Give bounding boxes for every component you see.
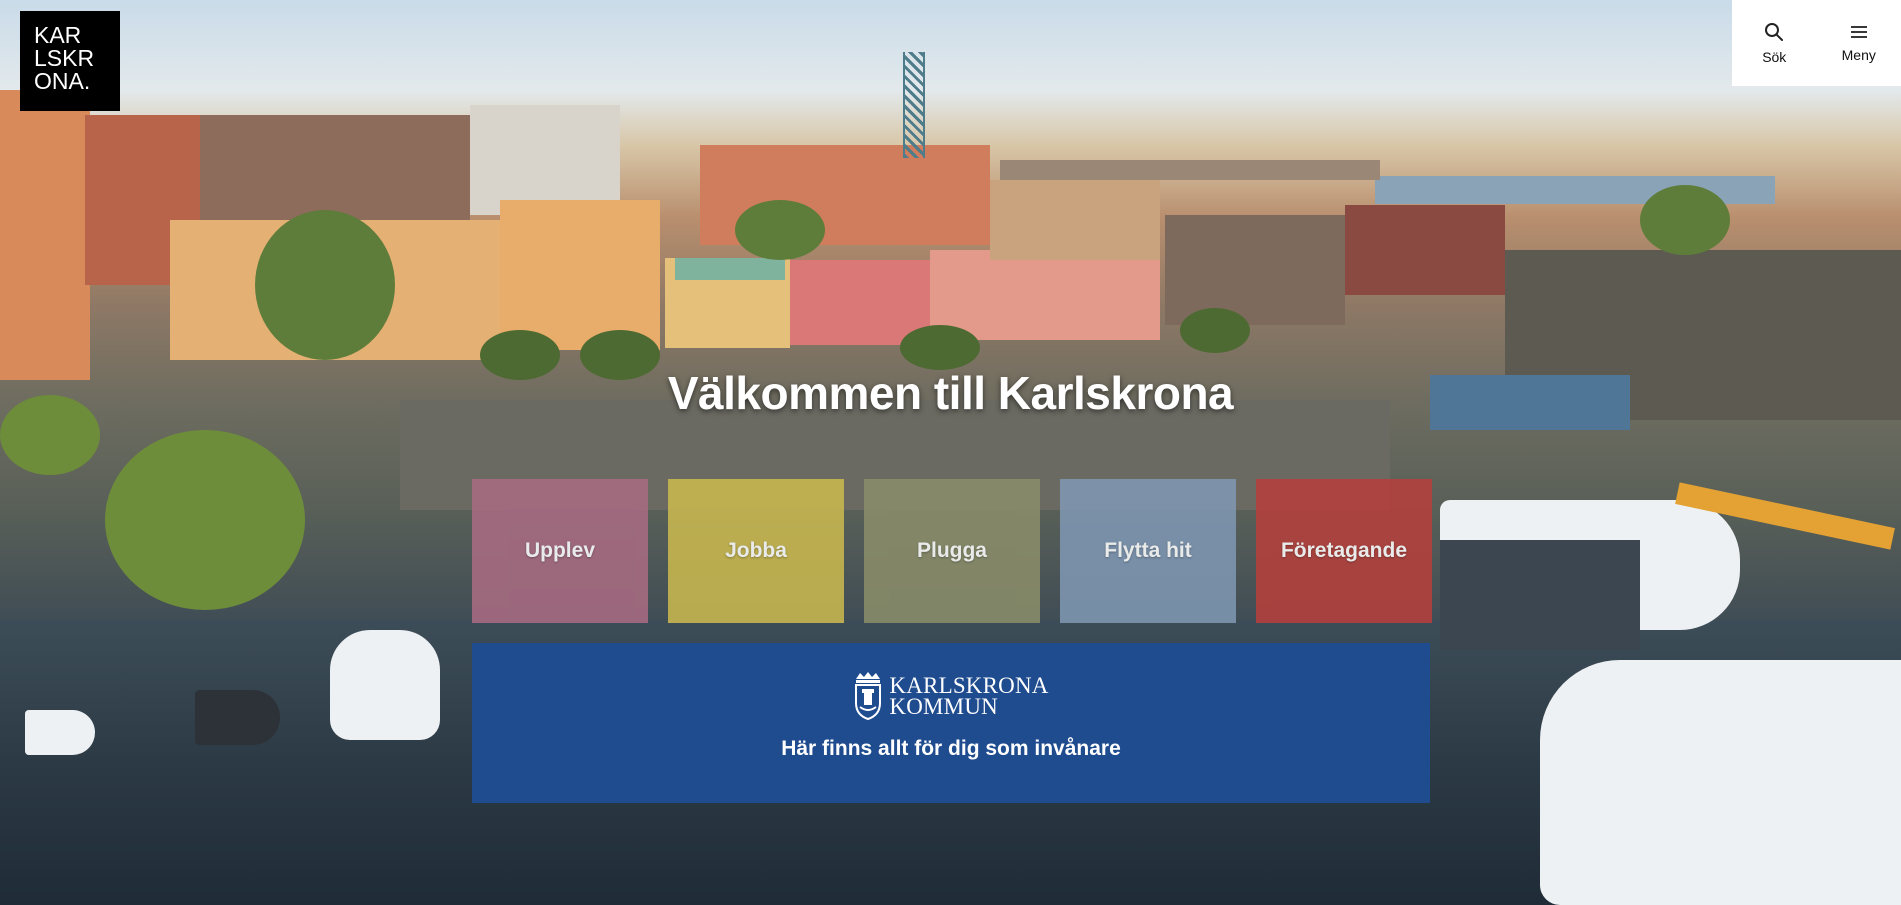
karlskrona-logo[interactable]: KAR LSKR ONA. xyxy=(20,11,120,111)
logo-line-1: KAR xyxy=(34,22,82,48)
header-tools: Sök Meny xyxy=(1732,0,1901,86)
kommun-banner[interactable]: KARLSKRONA KOMMUN Här finns allt för dig… xyxy=(472,643,1430,803)
logo-line-2: LSKR xyxy=(34,45,95,71)
kommun-name-line-1: KARLSKRONA xyxy=(889,673,1049,698)
tile-plugga[interactable]: Plugga xyxy=(864,479,1040,623)
kommun-name-line-2: KOMMUN xyxy=(889,694,998,719)
tile-foretagande[interactable]: Företagande xyxy=(1256,479,1432,623)
hamburger-menu-icon xyxy=(1850,25,1867,38)
tile-label: Upplev xyxy=(524,539,595,562)
tile-flytta-hit[interactable]: Flytta hit xyxy=(1060,479,1236,623)
menu-button[interactable]: Meny xyxy=(1817,0,1901,86)
coat-of-arms-icon xyxy=(855,672,882,721)
kommun-name: KARLSKRONA KOMMUN xyxy=(889,673,1049,719)
page-title: Välkommen till Karlskrona xyxy=(667,367,1234,419)
kommun-tagline: Här finns allt för dig som invånare xyxy=(781,737,1121,760)
menu-label: Meny xyxy=(1841,46,1876,63)
tile-upplev[interactable]: Upplev xyxy=(472,479,648,623)
kommun-logo: KARLSKRONA KOMMUN xyxy=(853,671,1048,721)
tile-label: Plugga xyxy=(916,539,987,562)
tile-label: Flytta hit xyxy=(1104,539,1192,562)
search-icon xyxy=(1765,22,1784,41)
tile-jobba[interactable]: Jobba xyxy=(668,479,844,623)
tile-label: Jobba xyxy=(725,539,787,562)
tile-label: Företagande xyxy=(1280,539,1408,562)
search-label: Sök xyxy=(1762,48,1787,65)
search-button[interactable]: Sök xyxy=(1732,0,1817,86)
logo-line-3: ONA. xyxy=(34,68,91,94)
